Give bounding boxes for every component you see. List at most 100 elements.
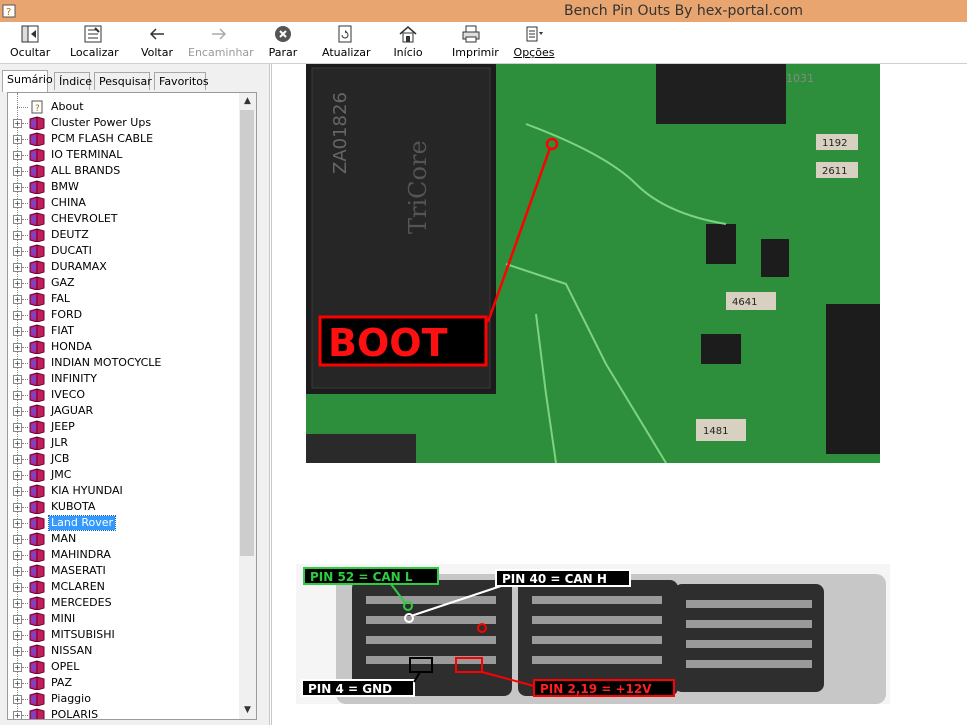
hide-button[interactable]: Ocultar — [10, 24, 50, 62]
tree-item[interactable]: + PAZ — [8, 675, 240, 691]
expand-plus-icon[interactable]: + — [13, 711, 22, 719]
tree-item[interactable]: + INDIAN MOTOCYCLE — [8, 355, 240, 371]
tab-favorites[interactable]: Favoritos — [154, 72, 209, 90]
tree-item[interactable]: + MINI — [8, 611, 240, 627]
expand-plus-icon[interactable]: + — [13, 471, 22, 480]
expand-plus-icon[interactable]: + — [13, 343, 22, 352]
expand-plus-icon[interactable]: + — [13, 199, 22, 208]
expand-plus-icon[interactable]: + — [13, 391, 22, 400]
expand-plus-icon[interactable]: + — [13, 135, 22, 144]
tree-item[interactable]: + CHEVROLET — [8, 211, 240, 227]
scroll-thumb[interactable] — [240, 110, 254, 556]
tree-item[interactable]: ? About — [8, 99, 240, 115]
expand-plus-icon[interactable]: + — [13, 311, 22, 320]
expand-plus-icon[interactable]: + — [13, 215, 22, 224]
tree-item[interactable]: + OPEL — [8, 659, 240, 675]
tree-item[interactable]: + IVECO — [8, 387, 240, 403]
tree-list: ? About + Cluster Power Ups + PCM FLASH CABLE… — [8, 99, 240, 719]
expand-plus-icon[interactable]: + — [13, 375, 22, 384]
tree-item[interactable]: + GAZ — [8, 275, 240, 291]
tab-search[interactable]: Pesquisar — [94, 72, 152, 90]
expand-plus-icon[interactable]: + — [13, 535, 22, 544]
back-button[interactable]: Voltar — [140, 24, 174, 62]
expand-plus-icon[interactable]: + — [13, 295, 22, 304]
tree-item[interactable]: + Piaggio — [8, 691, 240, 707]
expand-plus-icon[interactable]: + — [13, 583, 22, 592]
expand-plus-icon[interactable]: + — [13, 647, 22, 656]
tree-item[interactable]: + JEEP — [8, 419, 240, 435]
expand-plus-icon[interactable]: + — [13, 487, 22, 496]
tree-scrollbar[interactable]: ▲ ▼ — [239, 93, 256, 719]
tree-item[interactable]: + MAHINDRA — [8, 547, 240, 563]
expand-plus-icon[interactable]: + — [13, 567, 22, 576]
tree-item[interactable]: + FAL — [8, 291, 240, 307]
expand-plus-icon[interactable]: + — [13, 455, 22, 464]
tree-item[interactable]: + Cluster Power Ups — [8, 115, 240, 131]
scroll-down-arrow-icon[interactable]: ▼ — [239, 702, 256, 719]
expand-plus-icon[interactable]: + — [13, 231, 22, 240]
tree-item[interactable]: + CHINA — [8, 195, 240, 211]
expand-plus-icon[interactable]: + — [13, 327, 22, 336]
refresh-button[interactable]: Atualizar — [322, 24, 371, 62]
tree-item[interactable]: + IO TERMINAL — [8, 147, 240, 163]
tree-item[interactable]: + JMC — [8, 467, 240, 483]
expand-plus-icon[interactable]: + — [13, 695, 22, 704]
tree-item[interactable]: + KUBOTA — [8, 499, 240, 515]
expand-plus-icon[interactable]: + — [13, 679, 22, 688]
stop-icon — [275, 26, 291, 42]
tree-item[interactable]: + MERCEDES — [8, 595, 240, 611]
expand-plus-icon[interactable]: + — [13, 119, 22, 128]
expand-plus-icon[interactable]: + — [13, 359, 22, 368]
book-icon — [29, 708, 45, 719]
options-icon — [526, 26, 543, 42]
expand-plus-icon[interactable]: + — [13, 519, 22, 528]
expand-plus-icon[interactable]: + — [13, 263, 22, 272]
expand-plus-icon[interactable]: + — [13, 407, 22, 416]
expand-plus-icon[interactable]: + — [13, 247, 22, 256]
home-button[interactable]: Início — [392, 24, 424, 62]
expand-plus-icon[interactable]: + — [13, 663, 22, 672]
tree-item[interactable]: + HONDA — [8, 339, 240, 355]
print-button[interactable]: Imprimir — [452, 24, 499, 62]
tree-item[interactable]: + DEUTZ — [8, 227, 240, 243]
book-icon — [29, 676, 45, 690]
expand-plus-icon[interactable]: + — [13, 423, 22, 432]
tab-contents[interactable]: Sumário — [2, 70, 53, 92]
tree-item[interactable]: + BMW — [8, 179, 240, 195]
expand-plus-icon[interactable]: + — [13, 439, 22, 448]
expand-plus-icon[interactable]: + — [13, 631, 22, 640]
expand-plus-icon[interactable]: + — [13, 551, 22, 560]
tree-item[interactable]: + Land Rover — [8, 515, 240, 531]
tree-item[interactable]: + ALL BRANDS — [8, 163, 240, 179]
stop-button[interactable]: Parar — [268, 24, 298, 62]
scroll-up-arrow-icon[interactable]: ▲ — [239, 93, 256, 110]
tree-item[interactable]: + KIA HYUNDAI — [8, 483, 240, 499]
tree-item[interactable]: + DURAMAX — [8, 259, 240, 275]
tree-item[interactable]: + PCM FLASH CABLE — [8, 131, 240, 147]
tree-item[interactable]: + POLARIS — [8, 707, 240, 719]
expand-plus-icon[interactable]: + — [13, 615, 22, 624]
tree-item[interactable]: + MITSUBISHI — [8, 627, 240, 643]
expand-plus-icon[interactable]: + — [13, 151, 22, 160]
expand-plus-icon[interactable]: + — [13, 167, 22, 176]
chip-marking: ZA01826 — [330, 92, 351, 174]
forward-button[interactable]: Encaminhar — [188, 24, 254, 62]
tree-item[interactable]: + MAN — [8, 531, 240, 547]
tree-item[interactable]: + JLR — [8, 435, 240, 451]
expand-plus-icon[interactable]: + — [13, 279, 22, 288]
tree-item[interactable]: + INFINITY — [8, 371, 240, 387]
tree-item[interactable]: + MASERATI — [8, 563, 240, 579]
expand-plus-icon[interactable]: + — [13, 599, 22, 608]
expand-plus-icon[interactable]: + — [13, 503, 22, 512]
tree-item[interactable]: + NISSAN — [8, 643, 240, 659]
tree-item[interactable]: + FORD — [8, 307, 240, 323]
options-button[interactable]: Opções — [512, 24, 556, 62]
tab-index[interactable]: Índice — [54, 72, 92, 90]
tree-item[interactable]: + DUCATI — [8, 243, 240, 259]
tree-item[interactable]: + MCLAREN — [8, 579, 240, 595]
tree-item[interactable]: + JCB — [8, 451, 240, 467]
tree-item[interactable]: + JAGUAR — [8, 403, 240, 419]
tree-item[interactable]: + FIAT — [8, 323, 240, 339]
expand-plus-icon[interactable]: + — [13, 183, 22, 192]
locate-button[interactable]: Localizar — [70, 24, 119, 62]
